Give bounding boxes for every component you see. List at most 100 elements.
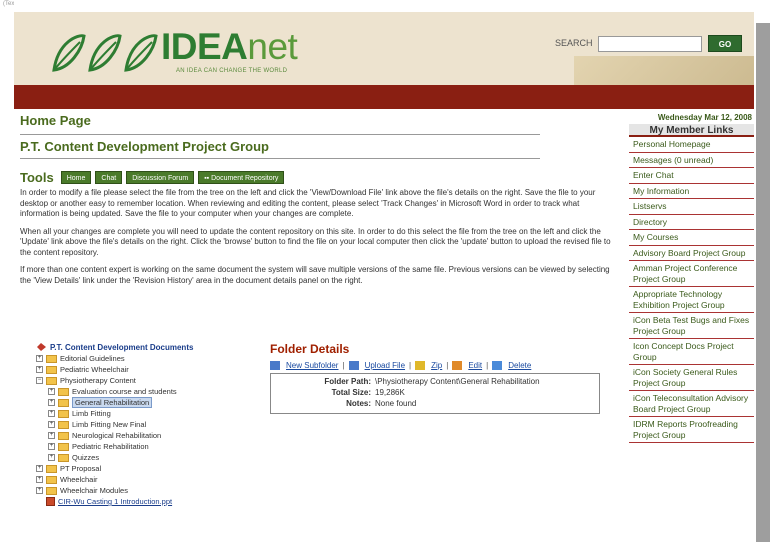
delete-link[interactable]: Delete [508,361,531,370]
edit-icon [452,361,463,370]
tree-item-label: CIR-Wu Casting 1 Introduction.ppt [58,497,173,506]
current-date: Wednesday Mar 12, 2008 [657,113,752,122]
expand-icon[interactable]: + [48,443,55,450]
instruction-paragraph: In order to modify a file please select … [20,188,596,218]
folder-icon [46,464,57,473]
folder-details-table: Folder Path: \Physiotherapy Content\Gener… [270,373,600,414]
upload-file-icon [348,361,359,370]
expand-icon[interactable]: + [36,487,43,494]
tree-item-label: PT Proposal [60,464,102,473]
folder-icon [58,387,69,396]
member-link[interactable]: Amman Project Conference Project Group [629,261,754,287]
separator: | [342,361,345,370]
member-link[interactable]: iCon Beta Test Bugs and Fixes Project Gr… [629,313,754,339]
tree-item[interactable]: + General Rehabilitation [36,397,256,408]
instruction-paragraph: If more than one content expert is worki… [20,265,610,285]
tree-item-label: Wheelchair Modules [60,486,128,495]
tree-item[interactable]: + Neurological Rehabilitation [36,430,256,441]
separator: | [446,361,449,370]
tool-chat-button[interactable]: Chat [95,170,123,184]
folder-icon [58,409,69,418]
member-link[interactable]: Listservs [629,199,754,215]
tree-item[interactable]: + Editorial Guidelines [36,353,256,364]
member-link[interactable]: Icon Concept Docs Project Group [629,339,754,365]
new-subfolder-link[interactable]: New Subfolder [286,361,338,370]
scrollbar-track[interactable] [756,23,770,542]
search-label: SEARCH [555,38,593,48]
member-link[interactable]: My Information [629,184,754,199]
tree-item[interactable]: + Limb Fitting [36,408,256,419]
header: IDEAnet AN IDEA CAN CHANGE THE WORLD SEA… [14,12,754,97]
member-link[interactable]: iCon Society General Rules Project Group [629,365,754,391]
tree-item[interactable]: − Physiotherapy Content [36,375,256,386]
member-sidebar: Wednesday Mar 12, 2008 My Member Links P… [629,113,754,443]
folder-icon [46,354,57,363]
zip-icon [415,361,426,370]
delete-icon [492,361,503,370]
page: IDEAnet AN IDEA CAN CHANGE THE WORLD SEA… [14,0,754,542]
search-go-button[interactable]: GO [708,35,742,52]
tree-item-label: Editorial Guidelines [60,354,125,363]
member-link[interactable]: Messages (0 unread) [629,153,754,168]
new-subfolder-icon [270,361,280,370]
tool-document-repository-button[interactable]: ▪▪ Document Repository [198,170,285,184]
separator: | [486,361,489,370]
tree-item-label: Limb Fitting New Final [72,420,147,429]
member-link[interactable]: Personal Homepage [629,137,754,153]
edit-link[interactable]: Edit [468,361,482,370]
folder-icon [58,398,69,407]
folder-details-title: Folder Details [270,342,350,356]
folder-icon [46,376,57,385]
member-link[interactable]: IDRM Reports Proofreading Project Group [629,417,754,443]
tree-item-label: Wheelchair [60,475,98,484]
folder-icon [46,475,57,484]
tree-item[interactable]: + Wheelchair Modules [36,485,256,496]
member-link[interactable]: Appropriate Technology Exhibition Projec… [629,287,754,313]
search-input[interactable] [598,36,702,52]
folder-icon [58,420,69,429]
tree-item[interactable]: + Pediatric Rehabilitation [36,441,256,452]
member-link[interactable]: My Courses [629,230,754,246]
nav-bar [14,85,754,109]
expand-icon[interactable]: + [36,476,43,483]
collapse-icon[interactable]: − [36,377,43,384]
expand-icon[interactable]: + [36,465,43,472]
tree-item[interactable]: + Limb Fitting New Final [36,419,256,430]
tree-item-label: Pediatric Rehabilitation [72,442,149,451]
tree-item[interactable]: + Pediatric Wheelchair [36,364,256,375]
zip-link[interactable]: Zip [431,361,442,370]
folder-details-panel: Folder Details New Subfolder | Upload Fi… [270,342,610,414]
tree-item[interactable]: + Wheelchair [36,474,256,485]
document-tree: P.T. Content Development Documents + Edit… [36,341,256,507]
tool-home-button[interactable]: Home [60,170,92,184]
tree-root[interactable]: P.T. Content Development Documents [36,341,256,353]
folder-path-row: Folder Path: \Physiotherapy Content\Gener… [324,377,540,386]
expand-icon[interactable]: + [36,355,43,362]
expand-icon[interactable]: + [48,410,55,417]
separator: | [409,361,412,370]
member-link[interactable]: Advisory Board Project Group [629,246,754,261]
file-icon [46,497,55,506]
member-link[interactable]: Directory [629,215,754,230]
expand-icon[interactable]: + [48,388,55,395]
tree-item[interactable]: + PT Proposal [36,463,256,474]
folder-icon [58,442,69,451]
tree-item-label: Neurological Rehabilitation [72,431,162,440]
upload-file-link[interactable]: Upload File [365,361,405,370]
tool-discussion-forum-button[interactable]: Discussion Forum [126,170,195,184]
tree-item[interactable]: + Quizzes [36,452,256,463]
member-link[interactable]: Enter Chat [629,168,754,184]
tree-item-label: Pediatric Wheelchair [60,365,129,374]
tree-item-label: Quizzes [72,453,100,462]
expand-icon[interactable]: + [48,432,55,439]
expand-icon[interactable]: + [36,366,43,373]
expand-icon[interactable]: + [48,454,55,461]
expand-icon[interactable]: + [48,421,55,428]
divider [20,134,540,135]
tree-item[interactable]: CIR-Wu Casting 1 Introduction.ppt [36,496,256,507]
member-link[interactable]: iCon Teleconsultation Advisory Board Pro… [629,391,754,417]
tree-item[interactable]: + Evaluation course and students [36,386,256,397]
expand-icon[interactable]: + [48,399,55,406]
documents-root-icon [37,343,46,351]
brand-tagline: AN IDEA CAN CHANGE THE WORLD [176,68,288,74]
